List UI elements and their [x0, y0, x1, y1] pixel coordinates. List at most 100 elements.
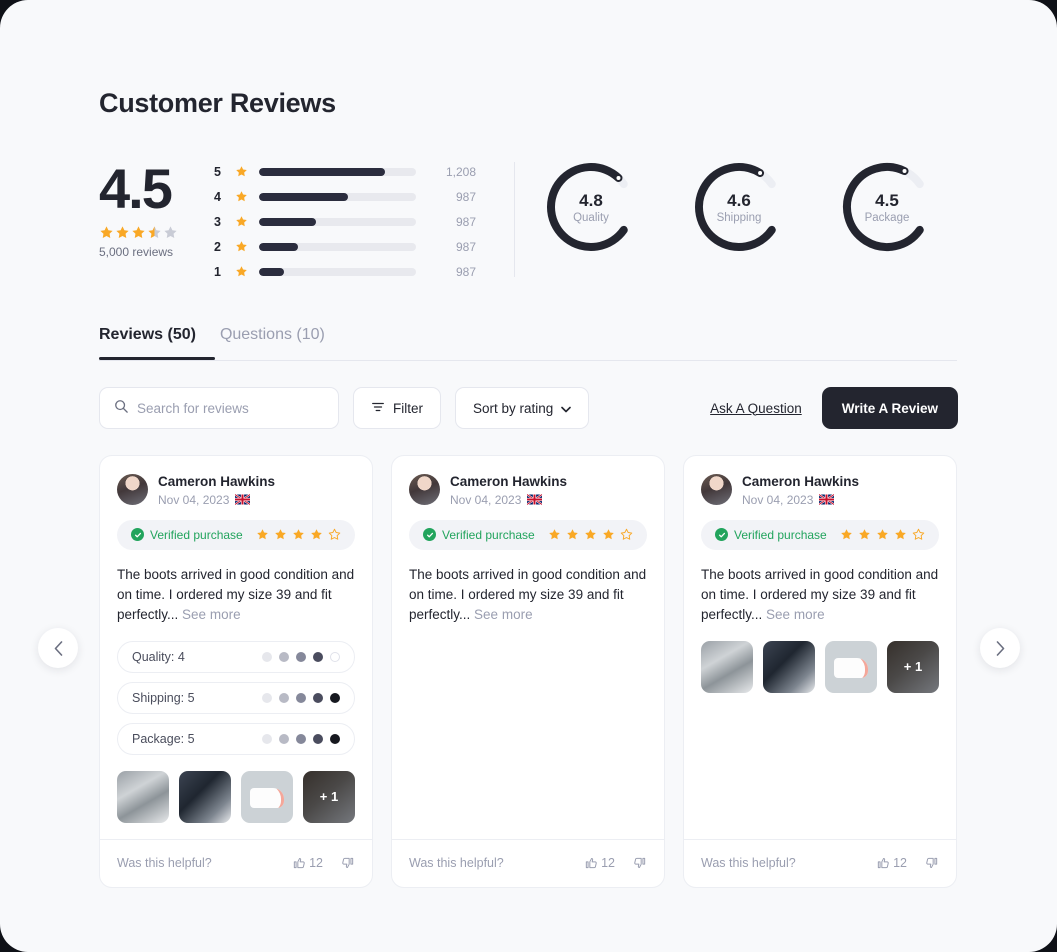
- dot-filled: [279, 651, 289, 662]
- attribute-ratings: Quality: 4 Shipping: 5 Package: 5: [117, 640, 355, 755]
- reviewer-name: Cameron Hawkins: [742, 474, 860, 489]
- reviewer-name: Cameron Hawkins: [158, 474, 276, 489]
- histogram-count: 987: [455, 189, 476, 204]
- search-icon: [114, 399, 128, 418]
- thumbs-up-icon: [877, 858, 889, 869]
- star-icon: [275, 529, 286, 540]
- thumbs-up-icon: [585, 858, 597, 869]
- reviewer-header: Cameron Hawkins Nov 04, 2023: [409, 473, 647, 507]
- thumbs-up-button[interactable]: 12: [584, 856, 615, 870]
- see-more-link[interactable]: See more: [766, 607, 825, 622]
- thumbs-up-button[interactable]: 12: [292, 856, 323, 870]
- helpful-count: 12: [601, 856, 615, 871]
- attribute-label: Package: 5: [132, 731, 195, 746]
- review-page: Customer Reviews 4.5 5,000 reviews 5 1,2…: [0, 0, 1057, 952]
- review-photo-more[interactable]: + 1: [303, 770, 355, 823]
- star-icon: [912, 528, 925, 540]
- histogram-fill: [259, 217, 316, 226]
- star-icon: [116, 226, 129, 238]
- verified-label: Verified purchase: [150, 527, 243, 542]
- ask-question-link[interactable]: Ask A Question: [710, 401, 802, 416]
- sort-dropdown[interactable]: Sort by rating: [455, 387, 590, 429]
- chevron-right-icon: [996, 640, 1004, 656]
- category-gauges: 4.8 Quality 4.6 Shipping 4.5 Package: [543, 155, 935, 255]
- review-photo[interactable]: [179, 770, 231, 823]
- review-card: Cameron Hawkins Nov 04, 2023 Verified pu…: [99, 455, 373, 888]
- review-card-body: Cameron Hawkins Nov 04, 2023 Verified pu…: [100, 456, 372, 823]
- check-circle-icon: [131, 528, 144, 542]
- tab-reviews[interactable]: Reviews (50): [99, 326, 196, 360]
- tab-questions[interactable]: Questions (10): [220, 326, 325, 360]
- review-card-body: Cameron Hawkins Nov 04, 2023 Verified pu…: [684, 456, 956, 823]
- star-icon: [603, 529, 614, 540]
- star-icon: [549, 529, 560, 540]
- star-icon: [328, 528, 341, 540]
- dot-filled: [296, 651, 306, 662]
- dot-filled: [330, 692, 340, 703]
- dot-filled: [279, 692, 289, 703]
- ratings-summary: 4.5 5,000 reviews 5 1,208 4 987 3 987 2 …: [99, 155, 958, 284]
- attribute-label: Shipping: 5: [132, 690, 195, 705]
- histogram-row[interactable]: 2 987: [214, 234, 476, 259]
- review-footer: Was this helpful? 12: [392, 838, 664, 887]
- uk-flag-icon: [235, 494, 251, 506]
- reviewer-header: Cameron Hawkins Nov 04, 2023: [117, 473, 355, 507]
- review-date: Nov 04, 2023: [158, 492, 230, 507]
- review-photo-more[interactable]: + 1: [887, 640, 939, 693]
- review-photo[interactable]: [117, 770, 169, 823]
- avatar: [409, 474, 440, 506]
- tabs-divider: [99, 360, 957, 361]
- review-photo[interactable]: [701, 640, 753, 693]
- star-icon: [236, 216, 247, 227]
- review-photos: + 1: [701, 640, 939, 693]
- histogram-star-number: 4: [214, 189, 221, 204]
- histogram-star-number: 5: [214, 164, 221, 179]
- review-card-body: Cameron Hawkins Nov 04, 2023 Verified pu…: [392, 456, 664, 823]
- dot-filled: [313, 733, 323, 744]
- uk-flag-icon: [819, 494, 835, 506]
- carousel-next-button[interactable]: [980, 628, 1020, 668]
- thumbs-up-button[interactable]: 12: [876, 856, 907, 870]
- thumbs-down-icon: [342, 857, 354, 869]
- verified-and-rating-row: Verified purchase: [701, 519, 939, 550]
- histogram-fill: [259, 267, 285, 276]
- dot-filled: [330, 733, 340, 744]
- average-score-block: 4.5 5,000 reviews: [99, 155, 204, 259]
- search-box[interactable]: [99, 387, 339, 429]
- gauge-value: 4.6: [727, 190, 751, 210]
- verified-and-rating-row: Verified purchase: [409, 519, 647, 550]
- histogram-row[interactable]: 3 987: [214, 209, 476, 234]
- star-icon: [895, 529, 906, 540]
- tab-active-underline: [99, 357, 215, 360]
- reviewer-info: Cameron Hawkins Nov 04, 2023: [158, 473, 275, 507]
- thumbs-down-button[interactable]: [925, 856, 939, 870]
- reviewer-meta: Nov 04, 2023: [450, 493, 567, 507]
- search-input[interactable]: [137, 400, 324, 416]
- helpful-question: Was this helpful?: [117, 856, 212, 871]
- histogram-row[interactable]: 4 987: [214, 184, 476, 209]
- histogram-count: 987: [455, 214, 476, 229]
- gauge-quality: 4.8 Quality: [543, 159, 639, 255]
- histogram-row[interactable]: 1 987: [214, 259, 476, 284]
- review-photo[interactable]: [241, 770, 293, 823]
- review-photo[interactable]: [825, 640, 877, 693]
- tab-list: Reviews (50) Questions (10): [99, 326, 958, 360]
- filter-label: Filter: [393, 400, 423, 416]
- reviewer-header: Cameron Hawkins Nov 04, 2023: [701, 473, 939, 507]
- review-photo[interactable]: [763, 640, 815, 693]
- histogram-row[interactable]: 5 1,208: [214, 159, 476, 184]
- attribute-label: Quality: 4: [132, 649, 185, 664]
- filter-button[interactable]: Filter: [353, 387, 441, 429]
- star-icon: [841, 529, 852, 540]
- thumbs-down-button[interactable]: [633, 856, 647, 870]
- thumbs-down-button[interactable]: [341, 856, 355, 870]
- write-review-button[interactable]: Write A Review: [821, 387, 958, 429]
- thumbs-down-icon: [926, 857, 938, 869]
- carousel-prev-button[interactable]: [38, 628, 78, 668]
- histogram-count: 987: [455, 264, 476, 279]
- helpful-count: 12: [309, 856, 323, 871]
- dot-filled: [296, 733, 306, 744]
- attribute-row: Shipping: 5: [117, 681, 355, 714]
- see-more-link[interactable]: See more: [182, 607, 241, 622]
- see-more-link[interactable]: See more: [474, 607, 533, 622]
